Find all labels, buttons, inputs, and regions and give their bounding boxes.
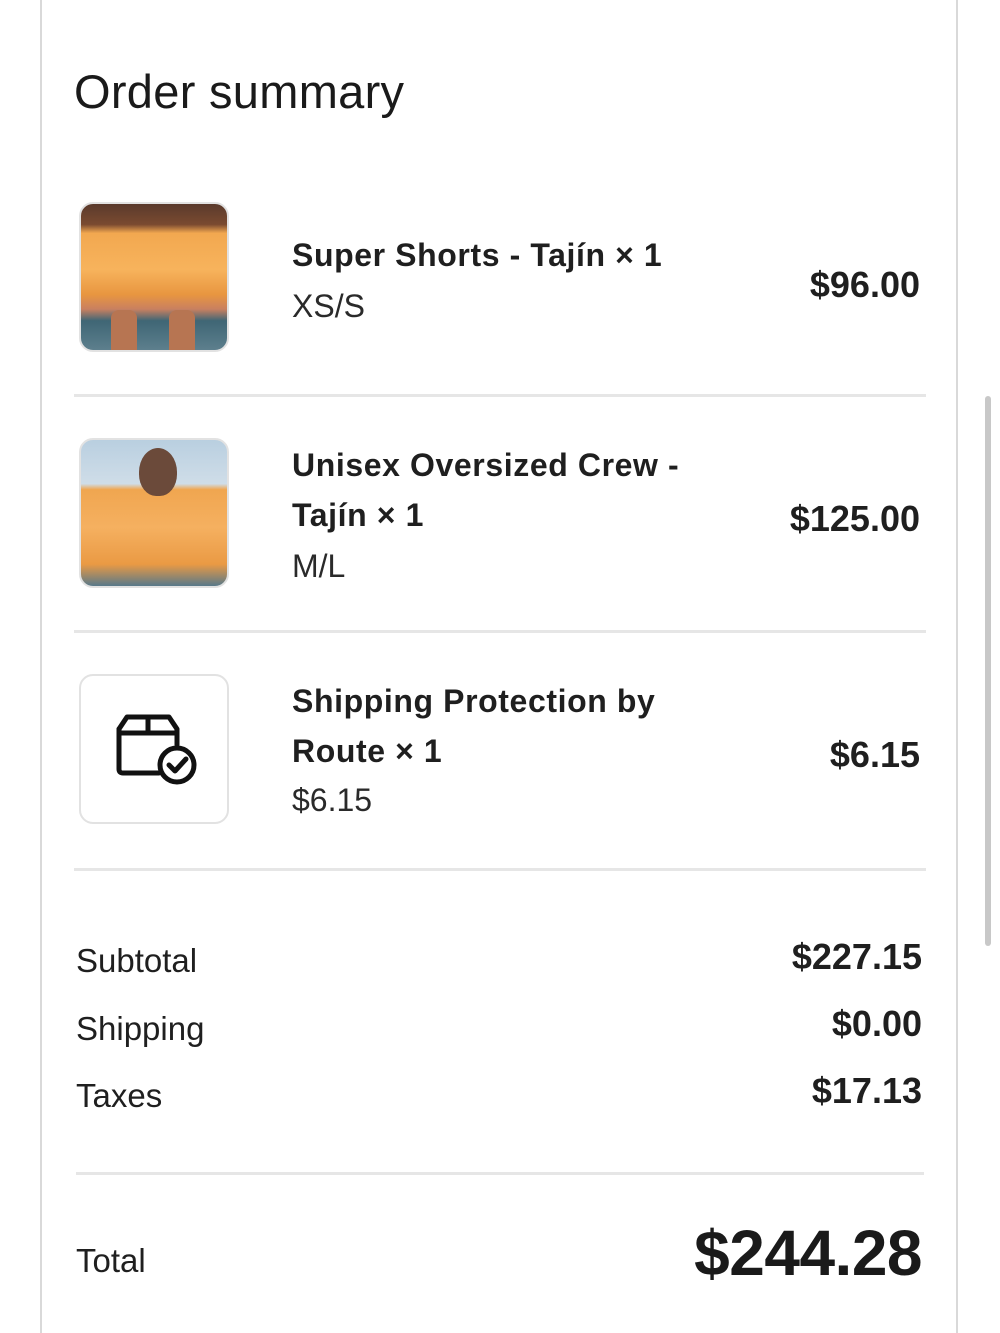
divider bbox=[74, 630, 926, 633]
item-name: Shipping Protection by Route × 1 bbox=[292, 683, 656, 769]
scrollbar[interactable] bbox=[985, 396, 991, 946]
product-image-super-shorts[interactable] bbox=[79, 202, 229, 352]
product-image-oversized-crew[interactable] bbox=[79, 438, 229, 588]
item-variant: M/L bbox=[292, 548, 346, 584]
line-item: Shipping Protection by Route × 1 $6.15 $… bbox=[74, 674, 926, 828]
product-photo-detail bbox=[111, 310, 137, 350]
divider bbox=[74, 868, 926, 871]
total-value: $244.28 bbox=[694, 1217, 922, 1289]
taxes-label: Taxes bbox=[76, 1077, 163, 1114]
shipping-label: Shipping bbox=[76, 1010, 205, 1047]
item-price: $125.00 bbox=[789, 498, 920, 539]
item-variant: XS/S bbox=[292, 288, 365, 324]
item-name: Super Shorts - Tajín × 1 bbox=[292, 237, 663, 273]
item-price: $6.15 bbox=[829, 734, 920, 775]
product-photo-detail bbox=[169, 310, 195, 350]
taxes-value: $17.13 bbox=[811, 1070, 922, 1111]
subtotal-label: Subtotal bbox=[76, 942, 198, 979]
divider bbox=[74, 394, 926, 397]
order-summary-panel bbox=[40, 0, 958, 1333]
line-item: Super Shorts - Tajín × 1 XS/S $96.00 bbox=[74, 202, 926, 356]
package-check-icon bbox=[109, 707, 199, 792]
item-name: Unisex Oversized Crew - Tajín × 1 bbox=[292, 447, 680, 533]
product-photo-detail bbox=[139, 448, 177, 496]
item-price: $96.00 bbox=[809, 264, 920, 305]
shipping-value: $0.00 bbox=[831, 1003, 922, 1044]
line-item: Unisex Oversized Crew - Tajín × 1 M/L $1… bbox=[74, 438, 926, 592]
divider bbox=[76, 1172, 924, 1175]
item-variant: $6.15 bbox=[292, 782, 373, 818]
total-label: Total bbox=[76, 1242, 146, 1279]
subtotal-value: $227.15 bbox=[791, 936, 922, 977]
product-image-shipping-protection[interactable] bbox=[79, 674, 229, 824]
page-title: Order summary bbox=[74, 65, 405, 118]
